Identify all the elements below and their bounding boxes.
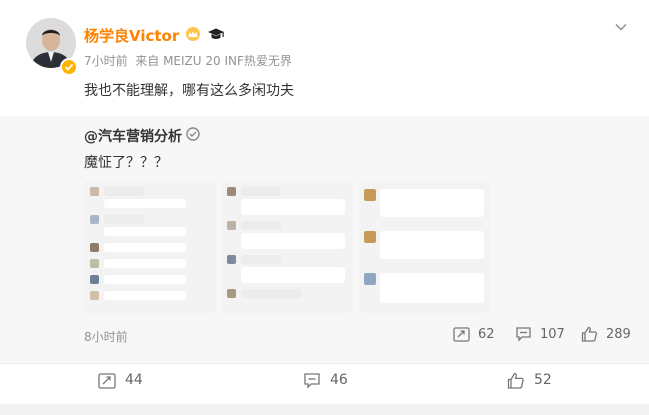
- verified-badge-icon: [186, 127, 200, 145]
- comment-icon: [304, 372, 320, 389]
- graduation-cap-icon[interactable]: [207, 26, 225, 45]
- author-row: 杨学良Victor: [84, 24, 225, 46]
- post-meta: 7小时前 来自 MEIZU 20 INF热爱无界: [84, 54, 292, 68]
- verified-badge-icon: [60, 58, 78, 76]
- retweet-comment-stat[interactable]: 107: [515, 326, 565, 342]
- repost-icon: [453, 327, 470, 342]
- post-text: 我也不能理解，哪有这么多闲功夫: [84, 83, 294, 99]
- feed-gap: [0, 404, 649, 415]
- repost-icon: [98, 372, 116, 389]
- like-count: 52: [534, 372, 552, 388]
- repost-count: 44: [125, 372, 143, 388]
- image-thumbnail[interactable]: [84, 181, 216, 313]
- divider: [0, 363, 649, 364]
- retweet-author-row: @汽车营销分析: [84, 126, 200, 146]
- retweet-comment-count: 107: [540, 326, 565, 342]
- retweet-text: 魔怔了？？？: [84, 155, 168, 171]
- author-name[interactable]: 杨学良Victor: [84, 25, 179, 46]
- retweet-like-stat[interactable]: 289: [581, 326, 631, 342]
- retweet-like-count: 289: [606, 326, 631, 342]
- crown-icon[interactable]: [185, 26, 201, 45]
- comment-icon: [516, 327, 531, 342]
- image-thumbnail[interactable]: [221, 181, 353, 313]
- comment-button[interactable]: 46: [303, 368, 348, 392]
- thumbs-up-icon: [507, 372, 524, 389]
- retweet-author[interactable]: @汽车营销分析: [84, 126, 182, 146]
- chevron-down-icon[interactable]: [611, 17, 631, 37]
- retweet-timestamp[interactable]: 8小时前: [84, 328, 128, 345]
- weibo-post-card: 杨学良Victor 7小时前 来自 MEIZU 20 INF热爱无界 我也不能理…: [0, 0, 649, 404]
- retweet-repost-count: 62: [478, 326, 495, 342]
- like-button[interactable]: 52: [507, 368, 552, 392]
- retweeted-post[interactable]: @汽车营销分析 魔怔了？？？ 8小时前 62 107 289: [0, 116, 649, 363]
- thumbs-up-icon: [581, 326, 597, 342]
- image-thumbnail[interactable]: [358, 181, 490, 313]
- retweet-repost-stat[interactable]: 62: [453, 326, 495, 342]
- repost-button[interactable]: 44: [98, 368, 143, 392]
- comment-count: 46: [330, 372, 348, 388]
